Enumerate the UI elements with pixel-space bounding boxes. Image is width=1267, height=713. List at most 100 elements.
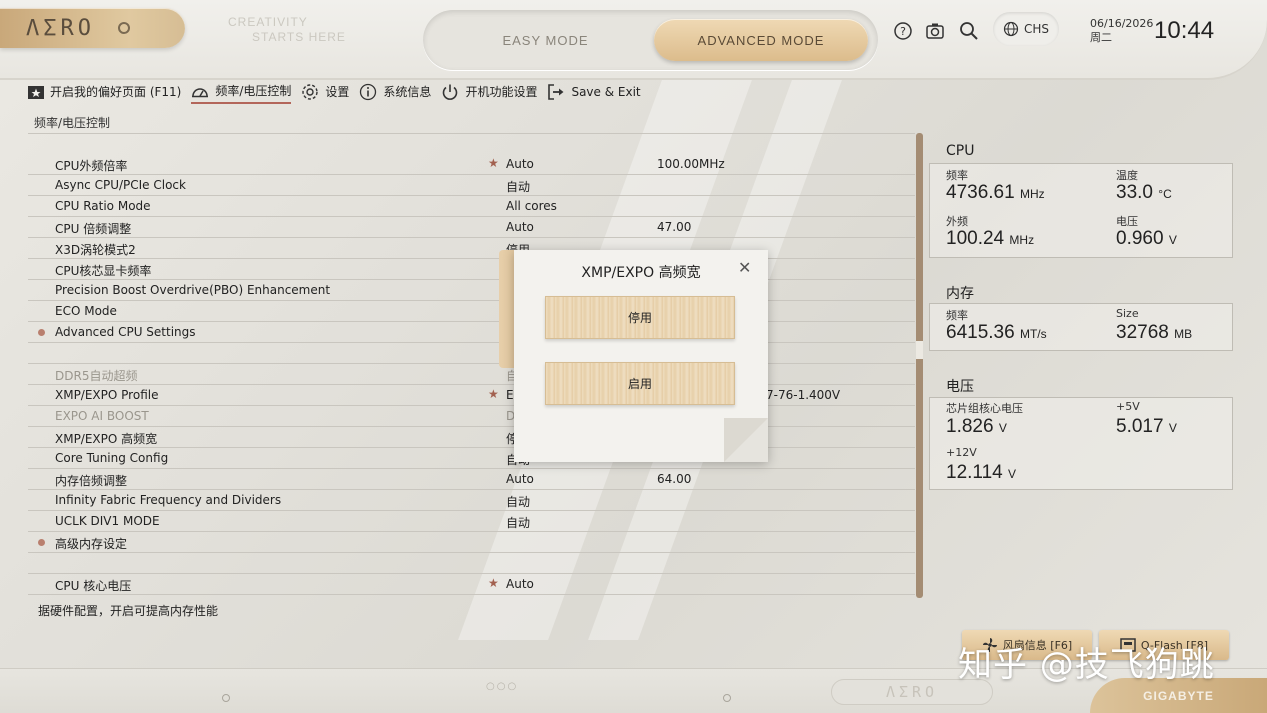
cpu-bclk-number: 100.24	[946, 228, 1005, 249]
setting-value[interactable]: 自动	[506, 514, 530, 531]
mem-freq-label: 频率	[946, 309, 968, 322]
setting-name: 高级内存设定	[55, 537, 128, 551]
setting-row-ddr5-auto-oc: DDR5自动超频 自	[28, 364, 915, 385]
voltage-monitor-box: 芯片组核心电压 1.826 V +5V 5.017 V +12V 12.114 …	[929, 397, 1233, 490]
setting-row-eco-mode[interactable]: ECO Mode	[28, 301, 915, 322]
setting-row-ratio-mode[interactable]: CPU Ratio Mode All cores	[28, 196, 915, 217]
setting-row-igpu-freq[interactable]: CPU核芯显卡频率	[28, 259, 915, 280]
setting-row-uclk-div1[interactable]: UCLK DIV1 MODE 自动	[28, 511, 915, 532]
menu-favorites[interactable]: 开启我的偏好页面 (F11)	[28, 83, 181, 103]
voltage-section-title: 电压	[946, 379, 974, 395]
setting-name: CPU 核心电压	[55, 579, 132, 593]
star-icon: ★	[488, 387, 499, 401]
submenu-advanced-cpu[interactable]: Advanced CPU Settings	[28, 322, 915, 343]
setting-value[interactable]: Auto	[506, 220, 534, 234]
settings-panel: CPU外频倍率 ★ Auto 100.00MHz Async CPU/PCIe …	[28, 133, 915, 598]
menu-settings[interactable]: 设置	[301, 83, 349, 104]
tagline-line2: STARTS HERE	[252, 30, 346, 44]
cpu-section-title: CPU	[946, 143, 975, 159]
star-icon: ★	[488, 156, 499, 170]
clock: 10:44	[1154, 17, 1215, 44]
setting-row-async-clock[interactable]: Async CPU/PCIe Clock 自动	[28, 175, 915, 196]
advanced-mode-button[interactable]: ADVANCED MODE	[654, 19, 868, 61]
close-icon[interactable]: ✕	[738, 258, 751, 277]
setting-row-xmp-profile[interactable]: XMP/EXPO Profile ★ EX 7-76-1.400V	[28, 385, 915, 406]
cpu-bclk-value: 100.24 MHz	[946, 228, 1034, 250]
menu-save-exit[interactable]: Save & Exit	[547, 83, 641, 104]
power-icon	[443, 84, 458, 100]
setting-value[interactable]: Auto	[506, 472, 534, 486]
cpu-freq-number: 4736.61	[946, 182, 1015, 203]
p5v-value: 5.017 V	[1116, 416, 1177, 438]
setting-row-x3d-turbo[interactable]: X3D涡轮模式2 停用	[28, 238, 915, 259]
menu-tweaker[interactable]: 频率/电压控制	[191, 82, 292, 104]
setting-name: Core Tuning Config	[55, 451, 169, 465]
row-separator	[28, 553, 915, 574]
menu-favorites-label: 开启我的偏好页面 (F11)	[50, 85, 182, 99]
gauge-icon	[192, 87, 209, 97]
setting-row-cpu-vcore[interactable]: CPU 核心电压 ★ Auto	[28, 574, 915, 595]
mem-freq-number: 6415.36	[946, 322, 1015, 343]
setting-name: CPU Ratio Mode	[55, 199, 151, 213]
language-button[interactable]: CHS	[993, 12, 1059, 46]
option-disable-button[interactable]: 停用	[545, 296, 735, 339]
cpu-volt-value: 0.960 V	[1116, 228, 1177, 250]
svg-text:?: ?	[900, 25, 906, 38]
cpu-freq-value: 4736.61 MHz	[946, 182, 1045, 204]
menu-system-info[interactable]: 系统信息	[359, 83, 431, 104]
setting-value[interactable]: 自动	[506, 178, 530, 195]
memory-monitor-box: 频率 6415.36 MT/s Size 32768 MB	[929, 303, 1233, 351]
bullet-icon	[38, 539, 45, 546]
menu-save-exit-label: Save & Exit	[571, 84, 641, 99]
cpu-temp-number: 33.0	[1116, 182, 1153, 203]
scrollbar-thumb[interactable]	[916, 133, 923, 598]
setting-readout: 47.00	[657, 220, 692, 234]
chipset-volt-value: 1.826 V	[946, 416, 1007, 438]
cpu-freq-unit: MHz	[1019, 187, 1045, 201]
help-text: 据硬件配置，开启可提高内存性能	[38, 604, 219, 618]
cpu-monitor-box: 频率 4736.61 MHz 温度 33.0 °C 外频 100.24 MHz …	[929, 163, 1233, 258]
p5v-number: 5.017	[1116, 416, 1164, 437]
setting-row-pbo[interactable]: Precision Boost Overdrive(PBO) Enhanceme…	[28, 280, 915, 301]
setting-row-cpu-ratio[interactable]: CPU外频倍率 ★ Auto 100.00MHz	[28, 154, 915, 175]
exit-icon	[548, 83, 564, 100]
p12v-unit: V	[1007, 467, 1016, 481]
setting-row-infinity-fabric[interactable]: Infinity Fabric Frequency and Dividers 自…	[28, 490, 915, 511]
option-enable-button[interactable]: 启用	[545, 362, 735, 405]
settings-scrollbar[interactable]	[916, 133, 923, 598]
cpu-volt-label: 电压	[1116, 215, 1138, 228]
help-icon[interactable]: ?	[892, 20, 914, 42]
breadcrumb: 频率/电压控制	[34, 116, 111, 130]
setting-name: 内存倍频调整	[55, 474, 128, 488]
submenu-advanced-memory[interactable]: 高级内存设定	[28, 532, 915, 553]
p12v-number: 12.114	[946, 462, 1003, 483]
setting-value[interactable]: 自动	[506, 493, 530, 510]
setting-value[interactable]: All cores	[506, 199, 557, 213]
setting-row-memory-multiplier[interactable]: 内存倍频调整 Auto 64.00	[28, 469, 915, 490]
setting-row-cpu-multiplier[interactable]: CPU 倍频调整 Auto 47.00	[28, 217, 915, 238]
easy-mode-button[interactable]: EASY MODE	[433, 20, 658, 60]
mem-size-label: Size	[1116, 307, 1139, 320]
chipset-volt-unit: V	[998, 421, 1007, 435]
gear-icon	[302, 83, 319, 100]
tagline: CREATIVITY STARTS HERE	[228, 15, 346, 45]
cpu-volt-number: 0.960	[1116, 228, 1164, 249]
setting-value[interactable]: Auto	[506, 577, 534, 591]
camera-icon[interactable]	[924, 20, 946, 42]
setting-name: X3D涡轮模式2	[55, 243, 136, 257]
setting-value[interactable]: Auto	[506, 157, 534, 171]
rivet-icon	[723, 694, 731, 702]
menu-settings-label: 设置	[325, 85, 350, 99]
cpu-temp-label: 温度	[1116, 169, 1138, 182]
chipset-volt-label: 芯片组核心电压	[946, 402, 1023, 415]
scrollbar-grip[interactable]	[916, 341, 923, 359]
mem-freq-value: 6415.36 MT/s	[946, 322, 1047, 344]
search-icon[interactable]	[958, 20, 980, 42]
setting-row-xmp-high-bandwidth[interactable]: XMP/EXPO 高频宽 停	[28, 427, 915, 448]
setting-name: Precision Boost Overdrive(PBO) Enhanceme…	[55, 283, 331, 297]
p12v-label: +12V	[946, 446, 977, 459]
cpu-bclk-label: 外频	[946, 215, 968, 228]
menu-boot[interactable]: 开机功能设置	[441, 83, 537, 104]
setting-row-core-tuning[interactable]: Core Tuning Config 自动	[28, 448, 915, 469]
setting-name: XMP/EXPO 高频宽	[55, 432, 158, 446]
